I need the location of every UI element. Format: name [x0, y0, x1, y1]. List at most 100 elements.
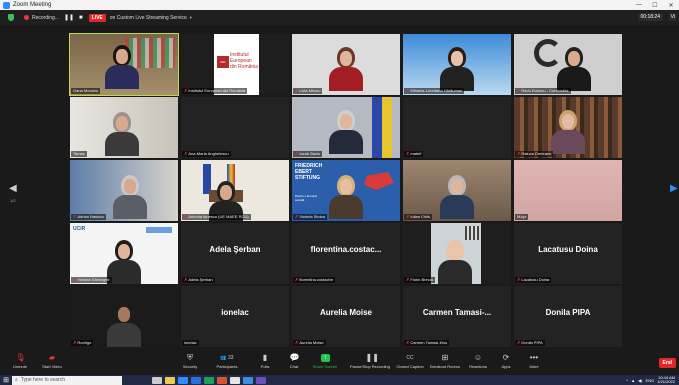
participant-name: Ana-Maria Anghelescu	[188, 151, 229, 156]
security-button[interactable]: ⛨ Security	[170, 354, 210, 370]
participant-name: Carmen Tamasi-Kiss	[410, 340, 448, 345]
closed-caption-button[interactable]: CC Closed Caption	[390, 354, 430, 369]
participant-name: Florin Brecla	[410, 277, 433, 282]
stop-recording-button[interactable]: ■	[79, 15, 83, 21]
participant-tile[interactable]: FRIEDRICH EBERT STIFTUNG Pentru o Europă…	[292, 160, 400, 221]
participant-name: Livia Minoiu	[299, 88, 321, 93]
participant-tile[interactable]: ✗mateif	[403, 97, 511, 158]
edge-taskbar-icon[interactable]	[243, 376, 253, 384]
participant-tile[interactable]: ✗Rodrigo	[70, 286, 178, 347]
windows-start-icon[interactable]: ⊞	[0, 376, 12, 384]
participant-tile[interactable]: ✗Antonia Ionescu (UE MAEE RCU)	[181, 160, 289, 221]
live-badge[interactable]: LIVE	[88, 13, 106, 22]
pause-recording-button[interactable]: ❚❚	[64, 14, 74, 21]
close-button[interactable]: ✕	[663, 2, 679, 9]
recording-dot-icon	[24, 15, 29, 20]
microphone-muted-icon: ✗	[406, 340, 410, 345]
pause-recording-toolbar-button[interactable]: ❚❚ Pause/Stop Recording	[346, 354, 394, 370]
participant-tile[interactable]: Carmen Tamasi-... ✗Carmen Tamasi-Kiss	[403, 286, 511, 347]
minimize-button[interactable]: —	[631, 2, 647, 8]
microphone-muted-icon: ✗	[517, 277, 521, 282]
task-view-icon[interactable]	[152, 376, 162, 384]
apps-label: Apps	[501, 364, 511, 369]
participant-tile[interactable]: ✗Radu Burlacu - Contondita	[514, 34, 622, 95]
participant-display-name: Donila PIPA	[545, 308, 591, 317]
microphone-muted-icon: ✗	[184, 214, 188, 219]
share-screen-button[interactable]: ↑ Share Screen	[305, 354, 345, 369]
file-explorer-icon[interactable]	[165, 376, 175, 384]
participant-tile[interactable]: ✗Iulian Chifu	[403, 160, 511, 221]
microphone-muted-icon: ✗	[517, 151, 521, 156]
window-title: Zoom Meeting	[13, 2, 52, 8]
participant-tile[interactable]: ✗Florin Brecla	[403, 223, 511, 284]
network-icon[interactable]: ▲	[631, 378, 635, 383]
prev-page-arrow-icon[interactable]: ◀	[9, 183, 17, 194]
participant-name-bar: ✗florentina.costache	[293, 277, 335, 283]
word-taskbar-icon[interactable]	[191, 376, 201, 384]
participant-name: Adela Şerban	[188, 277, 213, 282]
page-indicator: 1/2	[10, 198, 16, 203]
participant-name: Institutul European din România	[188, 88, 246, 93]
participant-name: Raluca Dreteanu	[521, 151, 552, 156]
participant-tile[interactable]: florentina.costac... ✗florentina.costache	[292, 223, 400, 284]
participant-name: Aurelia Moise	[299, 340, 324, 345]
participant-tile[interactable]: ✗Livia Minoiu	[292, 34, 400, 95]
participants-label: Participants	[216, 364, 238, 369]
participant-tile[interactable]: Adela Şerban ✗Adela Şerban	[181, 223, 289, 284]
clock[interactable]: 10:44 AM 1/21/2022	[657, 375, 675, 385]
participant-name: Donila PIPA	[521, 340, 543, 345]
language-indicator[interactable]: ENG	[646, 378, 655, 383]
security-label: Security	[182, 364, 198, 369]
volume-icon[interactable]: ◀)	[638, 378, 642, 383]
chevron-down-icon[interactable]: ▼	[189, 15, 193, 20]
participant-tile[interactable]: ✗Raluca Dreteanu	[514, 97, 622, 158]
end-meeting-button[interactable]: End	[658, 358, 676, 368]
participant-tile[interactable]: Tamas	[70, 97, 178, 158]
participant-tile[interactable]: Donila PIPA ✗Donila PIPA	[514, 286, 622, 347]
start-video-button[interactable]: ▰ Start Video	[32, 353, 72, 370]
excel-taskbar-icon[interactable]	[204, 376, 214, 384]
participant-name: Lacatusu Doina	[521, 277, 550, 282]
participant-name-bar: ✗Adela Şerban	[182, 277, 215, 283]
microphone-muted-icon: ✗	[517, 88, 521, 93]
tray-chevron-icon[interactable]: ^	[626, 378, 628, 383]
share-screen-icon: ↑	[320, 354, 330, 362]
recording-label: Recording...	[32, 14, 59, 21]
microphone-muted-icon: ✗	[73, 277, 77, 282]
participant-tile[interactable]: Lacatusu Doina ✗Lacatusu Doina	[514, 223, 622, 284]
participant-name-bar: ✗Carmen Tamasi-Kiss	[404, 340, 450, 346]
powerpoint-taskbar-icon[interactable]	[217, 376, 227, 384]
stream-service-label[interactable]: on Custom Live Streaming Service	[110, 15, 187, 21]
microphone-muted-icon: ✗	[406, 151, 410, 156]
participant-tile[interactable]: Oana Mocanu	[69, 33, 179, 96]
unmute-label: Unmute	[12, 364, 27, 369]
participants-button[interactable]: 👥 33 Participants	[207, 354, 247, 369]
zoom-taskbar-icon[interactable]	[178, 376, 188, 384]
participant-tile[interactable]: ✗Ana-Maria Anghelescu	[181, 97, 289, 158]
participant-name: Victoria Gheorghe	[77, 277, 110, 282]
teams-taskbar-icon[interactable]	[256, 376, 266, 384]
next-page-arrow-icon[interactable]: ▶	[670, 183, 678, 194]
participant-tile[interactable]: Aurelia Moise ✗Aurelia Moise	[292, 286, 400, 347]
maximize-button[interactable]: ☐	[647, 2, 663, 9]
participant-tile[interactable]: ✗Mihaela-Loredana Hărăuman	[403, 34, 511, 95]
participant-name-bar: ✗Victoria Stoica	[293, 214, 327, 220]
breakout-rooms-label: Breakout Rooms	[430, 364, 460, 369]
participant-tile[interactable]: MAyr	[514, 160, 622, 221]
video-off-icon: ▰	[48, 353, 56, 362]
ucir-logo: UCIR	[73, 226, 86, 232]
participant-display-name: ionelac	[221, 308, 249, 317]
participant-name: Oana Mocanu	[73, 88, 99, 93]
participant-tile[interactable]: ✗Adrian Nasirau	[70, 160, 178, 221]
participant-tile[interactable]: ✗Iacob Baciu	[292, 97, 400, 158]
participant-name-bar: ✗Victoria Gheorghe	[71, 277, 112, 283]
participant-tile[interactable]: IER Institutul European din România ✗Ins…	[181, 34, 289, 95]
more-button[interactable]: ••• More	[514, 354, 554, 370]
chrome-taskbar-icon[interactable]	[230, 376, 240, 384]
view-button[interactable]: Vi	[668, 13, 677, 21]
microphone-muted-icon: ✗	[406, 277, 410, 282]
security-shield-icon[interactable]	[8, 14, 14, 21]
taskbar-search-input[interactable]: ⌕ Type here to search	[12, 375, 122, 385]
participant-tile[interactable]: UCIR ✗Victoria Gheorghe	[70, 223, 178, 284]
participant-tile[interactable]: ionelac ionelac	[181, 286, 289, 347]
